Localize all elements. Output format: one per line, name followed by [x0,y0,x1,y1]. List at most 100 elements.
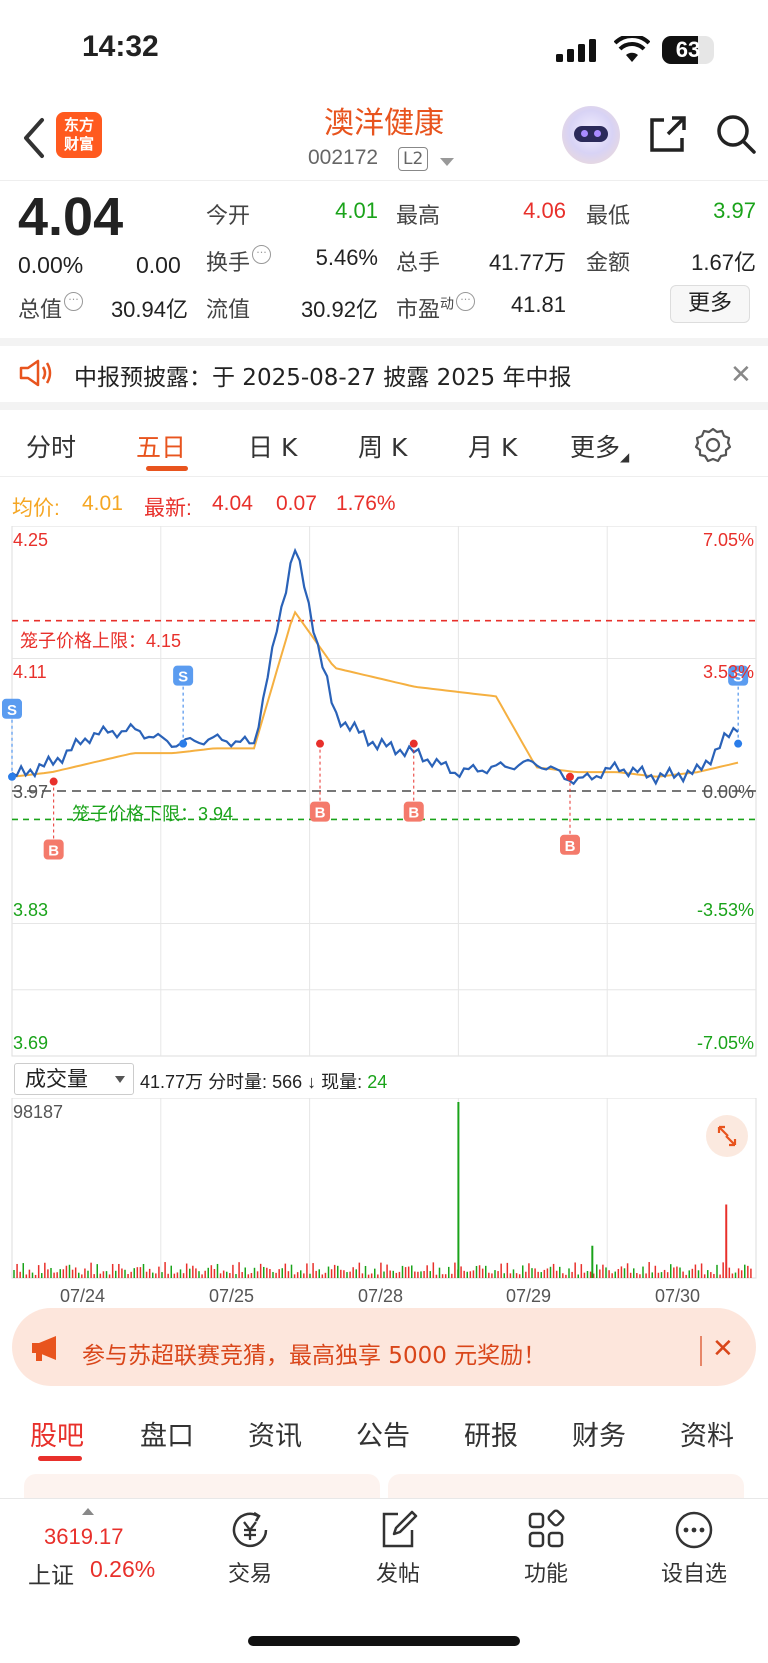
tab-more[interactable]: 更多◢ [570,428,629,464]
stock-code[interactable]: 002172 [308,146,378,170]
volume-summary: 41.77万 分时量: 566 ↓ 现量: 24 [140,1072,388,1092]
tab-daily-k[interactable]: 日 K [248,428,297,464]
nav-label-functions[interactable]: 功能 [486,1556,606,1588]
close-icon[interactable]: ✕ [712,1334,734,1364]
tab-order-book[interactable]: 盘口 [140,1414,194,1453]
search-icon[interactable] [714,112,758,156]
high-label: 最高 [396,204,441,229]
tab-finance[interactable]: 财务 [572,1414,626,1453]
date-tick-label: 07/28 [358,1286,404,1306]
active-tab-indicator [38,1456,82,1461]
high-value: 4.06 [523,198,566,223]
trade-marker-dot [8,772,16,781]
status-time: 14:32 [82,30,159,63]
amount-label: 金额 [586,251,631,276]
tab-announcements[interactable]: 公告 [356,1414,410,1453]
share-icon[interactable] [646,112,688,156]
battery-indicator: 63 [662,36,714,64]
info-dots-icon: ··· [252,245,272,264]
indicator-select[interactable]: 成交量 [14,1063,134,1095]
avg-price-value: 4.01 [82,492,123,515]
card-preview [388,1474,744,1498]
home-indicator[interactable] [248,1636,520,1646]
megaphone-icon [32,1336,56,1361]
gear-icon[interactable] [694,426,732,464]
close-icon[interactable]: ✕ [730,360,752,390]
lower-limit-label: 笼子价格下限：3.94 [72,804,234,824]
low-label: 最低 [586,204,631,229]
date-tick-label: 07/25 [209,1286,255,1306]
nav-label-post[interactable]: 发帖 [338,1556,458,1588]
promo-text[interactable]: 参与苏超联赛竞猜，最高独享 5000 元奖励！ [82,1336,546,1370]
report-notice[interactable]: 中报预披露：于 2025-08-27 披露 2025 年中报 [74,358,571,392]
turnover-label: 换手 ··· [206,245,272,277]
pe-label: 市盈动 ··· [396,292,476,324]
open-label: 今开 [206,204,251,229]
tab-profile[interactable]: 资料 [680,1414,734,1453]
tab-intraday[interactable]: 分时 [26,428,76,464]
amount-value: 1.67亿 [691,250,756,275]
tab-research[interactable]: 研报 [464,1414,518,1453]
trade-marker-label: B [315,805,326,822]
change-value: 0.00 [136,252,181,278]
trade-marker-dot [409,739,418,748]
trade-marker-label: B [408,805,419,822]
more-button[interactable]: 更多 [670,285,750,323]
percent-tick-label: 0.00% [702,782,754,802]
percent-tick-label: 7.05% [702,530,754,550]
last-price: 4.04 [18,187,124,247]
trade-marker-dot [566,772,574,781]
upper-limit-label: 笼子价格上限：4.15 [20,631,182,651]
percent-tick-label: -3.53% [696,900,754,920]
date-tick-label: 07/24 [60,1286,106,1306]
price-tick-label: 3.83 [13,900,49,920]
tab-five-day[interactable]: 五日 [136,428,186,464]
level2-badge[interactable]: L2 [398,147,429,171]
tab-news[interactable]: 资讯 [248,1414,302,1453]
trade-yen-icon[interactable] [228,1508,272,1552]
percent-tick-label: -7.05% [696,1033,754,1053]
active-tab-indicator [146,466,188,471]
price-line [11,547,739,786]
edit-icon[interactable] [376,1508,420,1552]
more-dots-icon[interactable] [672,1508,716,1552]
float-cap-label: 流值 [206,298,251,323]
index-percent[interactable]: 0.26% [90,1556,155,1583]
latest-change: 0.07 [276,492,317,515]
index-value[interactable]: 3619.17 [44,1524,124,1550]
tab-guba[interactable]: 股吧 [30,1414,84,1453]
index-name[interactable]: 上证 [28,1556,74,1590]
nav-label-trade[interactable]: 交易 [190,1556,310,1588]
trade-marker-dot [734,739,743,748]
cellular-signal-icon [556,39,596,62]
pe-value: 41.81 [510,292,566,317]
expand-chart-button[interactable] [706,1115,748,1157]
price-tick-label: 3.97 [13,782,49,802]
tab-monthly-k[interactable]: 月 K [468,428,517,464]
volume-max-label: 98187 [13,1102,64,1122]
date-tick-label: 07/30 [655,1286,701,1306]
caret-up-icon[interactable] [82,1508,94,1515]
ai-assistant-avatar[interactable] [562,106,620,164]
latest-value: 4.04 [212,492,253,515]
trade-marker-label: B [565,838,576,855]
five-day-price-chart[interactable]: SBSB BBS [0,526,768,1060]
latest-label: 最新: [144,497,192,520]
trade-marker-label: S [7,702,17,719]
percent-tick-label: 3.53% [702,662,754,682]
price-tick-label: 3.69 [13,1033,49,1053]
wifi-icon [614,36,650,62]
price-tick-label: 4.11 [13,662,47,682]
volume-chart[interactable] [0,1098,768,1280]
latest-percent: 1.76% [336,492,396,515]
grid-icon[interactable] [524,1508,568,1552]
low-value: 3.97 [713,198,756,223]
turnover-value: 5.46% [315,245,378,270]
volume-value: 41.77万 [488,250,566,275]
trade-marker-dot [316,739,325,748]
tab-weekly-k[interactable]: 周 K [358,428,407,464]
nav-label-add-watchlist[interactable]: 设自选 [634,1556,754,1588]
caret-down-icon[interactable] [440,158,454,166]
info-dots-icon: ··· [456,292,476,311]
price-tick-label: 4.25 [13,530,49,550]
